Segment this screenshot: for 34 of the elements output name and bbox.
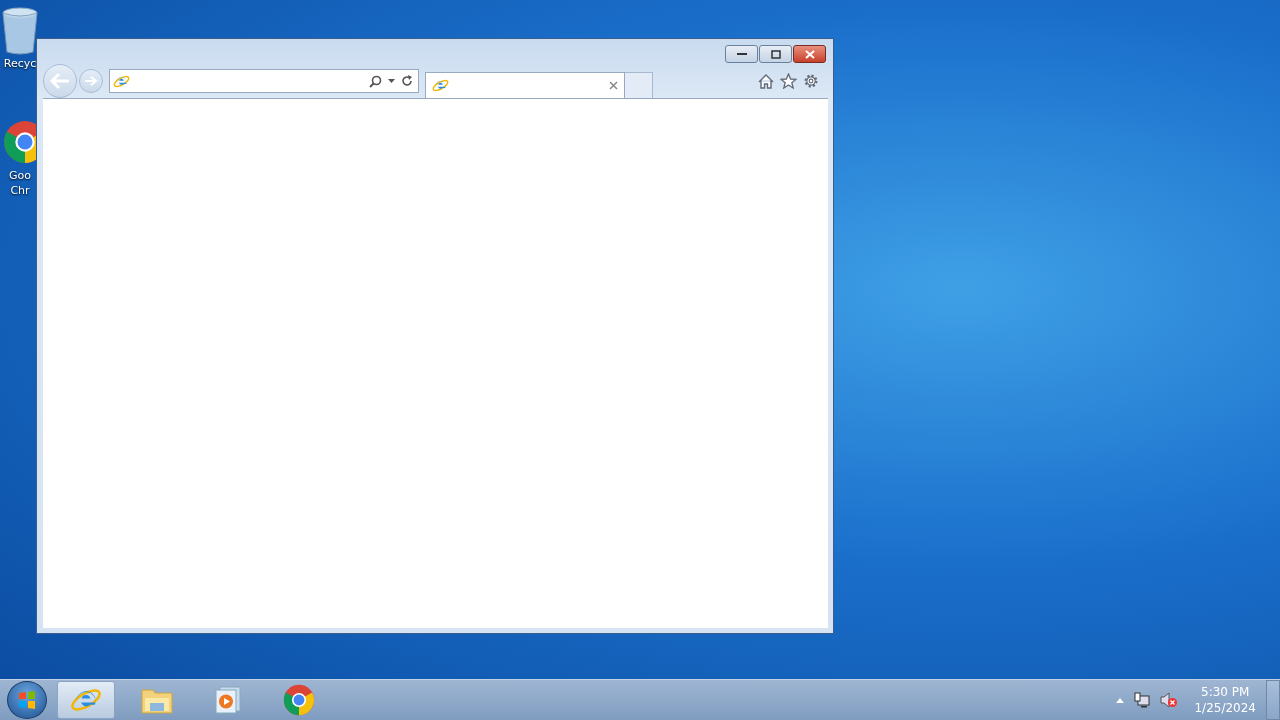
- maximize-button[interactable]: [759, 45, 792, 63]
- refresh-icon[interactable]: [401, 75, 413, 87]
- settings-icon[interactable]: [803, 73, 819, 89]
- home-icon[interactable]: [758, 73, 774, 89]
- desktop-icon-label[interactable]: Recyc: [3, 56, 37, 71]
- taskbar-button[interactable]: [57, 681, 115, 719]
- search-icon[interactable]: [369, 74, 382, 88]
- dropdown-icon[interactable]: [388, 79, 395, 83]
- recycle-bin-icon[interactable]: [0, 6, 40, 56]
- forward-button[interactable]: [79, 69, 103, 93]
- show-hidden-icons-icon[interactable]: [1116, 697, 1125, 703]
- forward-arrow-icon: [84, 75, 98, 87]
- network-icon[interactable]: [1134, 692, 1151, 708]
- maximize-icon: [770, 49, 781, 59]
- minimize-icon: [736, 52, 747, 56]
- desktop-icon-label[interactable]: Chr: [10, 183, 30, 198]
- windows-logo-icon: [17, 690, 37, 710]
- ie-logo-icon: [432, 77, 449, 94]
- back-button[interactable]: [43, 64, 77, 98]
- desktop-icon-label[interactable]: Goo: [9, 168, 31, 183]
- new-tab-button[interactable]: [625, 71, 653, 99]
- chrome-logo-icon: [283, 684, 315, 716]
- minimize-button[interactable]: [725, 45, 758, 63]
- close-icon: [804, 49, 815, 59]
- media-player-icon: [215, 686, 241, 714]
- star-icon[interactable]: [780, 73, 797, 89]
- show-desktop-button[interactable]: [1266, 680, 1280, 720]
- back-arrow-icon: [49, 72, 71, 90]
- start-button[interactable]: [7, 681, 47, 719]
- volume-muted-icon[interactable]: [1160, 692, 1179, 708]
- close-tab-icon[interactable]: [609, 81, 618, 90]
- close-button[interactable]: [793, 45, 826, 63]
- folder-icon: [141, 686, 173, 714]
- browser-tab[interactable]: [425, 71, 625, 99]
